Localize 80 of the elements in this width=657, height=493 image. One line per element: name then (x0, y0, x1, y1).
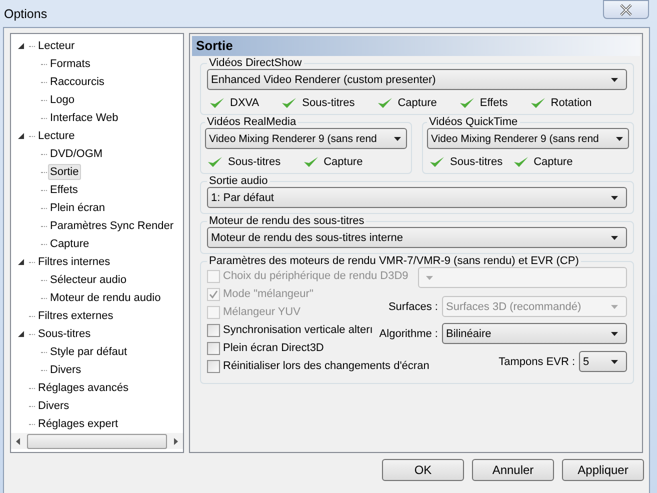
feature-label: Capture (324, 156, 363, 168)
tree-item[interactable]: Capture (48, 236, 92, 252)
close-button[interactable] (603, 0, 649, 19)
dropdown-arrow-icon (616, 136, 623, 140)
expand-icon[interactable] (17, 330, 25, 338)
tree-item[interactable]: Plein écran (48, 200, 108, 216)
renderer-dropdown[interactable]: Enhanced Video Renderer (custom presenter) (207, 69, 627, 90)
feature-label: DXVA (230, 97, 260, 109)
tree-item[interactable]: Lecture (36, 128, 77, 144)
feature-label: Capture (398, 97, 437, 109)
field-label: Tampons EVR : (498, 356, 575, 368)
group-title: Moteur de rendu des sous-titres (208, 215, 366, 227)
tree-item[interactable]: Sélecteur audio (48, 272, 128, 288)
scrollbar-thumb[interactable] (27, 434, 167, 448)
tree-item[interactable]: Divers (36, 398, 72, 414)
horizontal-scrollbar[interactable] (11, 433, 183, 449)
close-icon (619, 4, 633, 16)
checkbox-label: Réinitialiser lors des changements d'écran (223, 360, 430, 372)
checkbox[interactable] (207, 360, 220, 372)
renderer-dropdown[interactable]: Video Mixing Renderer 9 (sans rend (427, 128, 629, 149)
tree-item[interactable]: Effets (48, 182, 80, 198)
dropdown[interactable]: 5 (579, 351, 627, 372)
tree-item[interactable]: Lecteur (36, 38, 77, 54)
tree-item[interactable]: Interface Web (48, 110, 120, 126)
checkbox-label: Synchronisation verticale alterı (223, 324, 373, 336)
tree-item[interactable]: Style par défaut (48, 344, 130, 360)
dropdown-arrow-icon (611, 196, 618, 200)
feature-label: Sous-titres (228, 156, 281, 168)
feature-label: Sous-titres (302, 97, 355, 109)
feature-label: Rotation (550, 97, 592, 109)
tree-item[interactable]: Divers (48, 362, 84, 378)
group-title: Sortie audio (208, 175, 269, 187)
tree-item[interactable]: Moteur de rendu audio (48, 290, 163, 306)
feature-label: Effets (480, 97, 508, 109)
group-title: Vidéos QuickTime (428, 116, 519, 128)
tree-item[interactable]: DVD/OGM (48, 146, 105, 162)
feature-label: Sous-titres (450, 156, 503, 168)
dropdown-arrow-icon (394, 136, 401, 140)
tree-item[interactable]: Réglages avancés (36, 380, 131, 396)
checkbox-label: Mélangeur YUV (223, 306, 300, 318)
subtitle-renderer-dropdown[interactable]: Moteur de rendu des sous-titres interne (207, 227, 627, 248)
page-title: Sortie (192, 36, 640, 56)
scroll-left-icon[interactable] (16, 438, 21, 444)
dropdown-arrow-icon (611, 304, 618, 308)
dropdown-arrow-icon (611, 78, 618, 82)
dropdown-arrow-icon (611, 236, 618, 240)
dropdown[interactable]: Bilinéaire (442, 323, 627, 344)
tree-item[interactable]: Sous-titres (36, 326, 93, 342)
tree-item[interactable]: Filtres internes (36, 254, 112, 270)
audio-output-dropdown[interactable]: 1: Par défaut (207, 187, 627, 208)
feature-label: Capture (534, 156, 573, 168)
group-title: Vidéos DirectShow (208, 57, 303, 69)
field-label: Algorithme : (379, 328, 438, 340)
expand-icon[interactable] (17, 42, 25, 50)
renderer-dropdown[interactable]: Video Mixing Renderer 9 (sans rend (205, 128, 407, 149)
tree-item[interactable]: Sortie (48, 164, 81, 180)
checkbox-label: Mode "mélangeur" (223, 288, 314, 300)
expand-icon[interactable] (17, 132, 25, 140)
dropdown-arrow-icon (611, 332, 618, 336)
group-title: Vidéos RealMedia (206, 116, 298, 128)
scroll-right-icon[interactable] (173, 438, 178, 444)
apply-button[interactable]: Appliquer (562, 459, 644, 481)
dropdown-arrow-icon (426, 276, 433, 280)
ok-button[interactable]: OK (382, 459, 464, 481)
group-title: Paramètres des moteurs de rendu VMR-7/VMR-9 (sans rendu) et EVR (CP) (208, 255, 580, 267)
tree-item[interactable]: Filtres externes (36, 308, 116, 324)
cancel-button[interactable]: Annuler (472, 459, 554, 481)
window-title: Options (4, 6, 48, 20)
tree-item[interactable]: Formats (48, 56, 92, 72)
tree-item[interactable]: Réglages expert (36, 416, 120, 432)
checkbox-label: Choix du périphérique de rendu D3D9 (223, 270, 408, 282)
checkbox[interactable] (207, 324, 220, 336)
checkbox[interactable] (207, 342, 220, 354)
dropdown-arrow-icon (611, 360, 618, 364)
tree-item[interactable]: Paramètres Sync Render (48, 218, 176, 234)
checkbox-label: Plein écran Direct3D (223, 342, 324, 354)
field-label: Surfaces : (388, 300, 438, 312)
tree-item[interactable]: Logo (48, 92, 76, 108)
tree-item[interactable]: Raccourcis (48, 74, 106, 90)
expand-icon[interactable] (17, 258, 25, 266)
